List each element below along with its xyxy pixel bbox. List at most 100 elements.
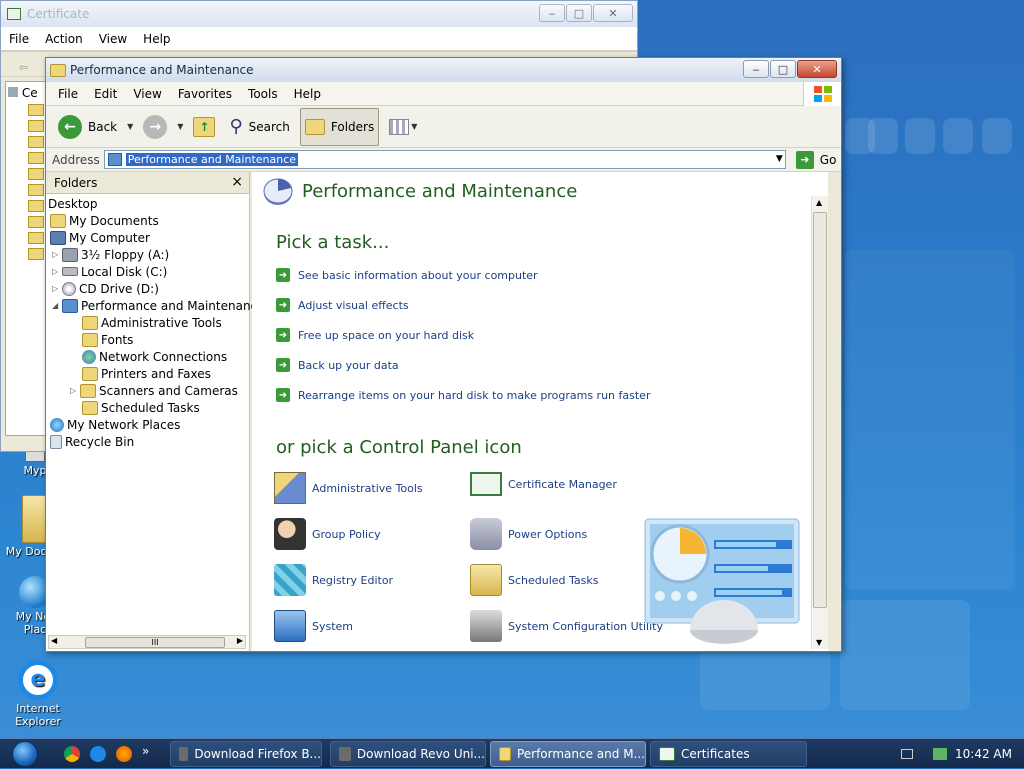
address-input[interactable]: Performance and Maintenance ▼ (103, 150, 786, 169)
cp-system[interactable]: System (274, 610, 353, 642)
taskbar-button-performance-and-maintenance[interactable]: Performance and M... (490, 741, 646, 767)
menu-help[interactable]: Help (286, 87, 329, 101)
folders-button[interactable]: Folders (299, 107, 380, 146)
close-button[interactable]: ✕ (797, 60, 837, 78)
folder-icon (28, 136, 44, 148)
taskbar-button-revo-download[interactable]: Download Revo Uni... (330, 741, 486, 767)
close-button[interactable]: ✕ (593, 4, 633, 22)
task-see-basic-information[interactable]: ➜ See basic information about your compu… (276, 268, 538, 282)
menu-help[interactable]: Help (135, 32, 178, 46)
expand-icon[interactable]: ▷ (52, 250, 62, 259)
tree-item-my-computer[interactable]: My Computer (50, 229, 150, 246)
cp-power-options[interactable]: Power Options (470, 518, 587, 550)
window-titlebar[interactable]: Performance and Maintenance ‒ □ ✕ (46, 58, 841, 82)
taskbar-button-certificates[interactable]: Certificates (650, 741, 807, 767)
keyboard-icon[interactable] (901, 749, 914, 759)
search-button[interactable]: ⚲ Search (225, 108, 293, 146)
tree-item-local-disk[interactable]: ▷ Local Disk (C:) (52, 263, 167, 280)
forward-button[interactable]: → (139, 108, 171, 146)
chrome-icon[interactable] (64, 745, 80, 762)
folder-icon (28, 216, 44, 228)
tree-item-performance-and-maintenance[interactable]: ◢ Performance and Maintenance (52, 297, 265, 314)
content-vertical-scrollbar[interactable]: ▲ ▼ (811, 196, 828, 649)
close-folders-icon[interactable]: × (231, 174, 243, 190)
menu-view[interactable]: View (91, 32, 135, 46)
start-button[interactable] (0, 739, 50, 769)
tree-item-fonts[interactable]: Fonts (82, 331, 133, 348)
folder-icon (28, 232, 44, 244)
maximize-button[interactable]: □ (770, 60, 796, 78)
expand-icon[interactable]: ▷ (70, 386, 80, 395)
up-folder-button[interactable]: ↑ (189, 108, 219, 146)
collapse-icon[interactable]: ◢ (52, 301, 62, 310)
go-button[interactable]: ➜ Go (795, 150, 836, 169)
tree-item-my-network-places[interactable]: My Network Places (50, 416, 180, 433)
scroll-up-icon[interactable]: ▲ (816, 198, 822, 207)
minimize-button[interactable]: ‒ (539, 4, 565, 22)
maximize-button[interactable]: □ (566, 4, 592, 22)
scheduled-tasks-icon (470, 564, 502, 596)
cp-certificate-manager[interactable]: Certificate Manager (470, 472, 617, 496)
tree-item-cd-drive[interactable]: ▷ CD Drive (D:) (52, 280, 159, 297)
tree-item-label: My Network Places (67, 417, 181, 432)
task-adjust-visual-effects[interactable]: ➜ Adjust visual effects (276, 298, 409, 312)
chevron-down-icon[interactable]: ▼ (177, 122, 183, 131)
chevron-down-icon[interactable]: ▼ (127, 122, 133, 131)
back-button[interactable]: ← Back (54, 108, 121, 146)
cp-group-policy[interactable]: Group Policy (274, 518, 381, 550)
scrollbar-thumb[interactable]: III (85, 637, 225, 648)
expand-icon[interactable]: ▷ (52, 284, 62, 293)
up-folder-icon: ↑ (193, 116, 216, 137)
chevron-down-icon[interactable]: ▼ (776, 154, 783, 164)
folder-icon (50, 63, 66, 77)
scroll-left-icon[interactable]: ◀ (51, 636, 57, 645)
task-back-up-data[interactable]: ➜ Back up your data (276, 358, 399, 372)
task-free-up-space[interactable]: ➜ Free up space on your hard disk (276, 328, 474, 342)
scroll-down-icon[interactable]: ▼ (816, 638, 822, 647)
folder-icon (50, 213, 66, 228)
certificates-tree-root[interactable]: Ce (6, 82, 48, 100)
certificates-title: Certificate (27, 7, 90, 21)
taskbar-button-firefox-download[interactable]: Download Firefox B... (170, 741, 322, 767)
cp-registry-editor[interactable]: Registry Editor (274, 564, 393, 596)
tree-item-scanners-and-cameras[interactable]: ▷ Scanners and Cameras (70, 382, 238, 399)
menu-file[interactable]: File (50, 87, 86, 101)
scroll-right-icon[interactable]: ▶ (237, 636, 243, 645)
tree-item-network-connections[interactable]: Network Connections (82, 348, 227, 365)
tree-item-desktop[interactable]: Desktop (48, 195, 98, 212)
cp-scheduled-tasks[interactable]: Scheduled Tasks (470, 564, 599, 596)
back-arrow-icon[interactable]: ⇦ (19, 61, 28, 74)
cp-administrative-tools[interactable]: Administrative Tools (274, 472, 423, 504)
menu-favorites[interactable]: Favorites (170, 87, 240, 101)
tree-item-floppy[interactable]: ▷ 3½ Floppy (A:) (52, 246, 169, 263)
task-rearrange-items[interactable]: ➜ Rearrange items on your hard disk to m… (276, 388, 650, 402)
tree-item-recycle-bin[interactable]: Recycle Bin (50, 433, 134, 450)
tree-item-scheduled-tasks[interactable]: Scheduled Tasks (82, 399, 200, 416)
scrollbar-thumb[interactable] (813, 212, 827, 608)
menu-tools[interactable]: Tools (240, 87, 286, 101)
menu-view[interactable]: View (125, 87, 169, 101)
clock[interactable]: 10:42 AM (955, 747, 1012, 761)
ie-icon[interactable] (90, 745, 106, 762)
folders-horizontal-scrollbar[interactable]: ◀ III ▶ (48, 635, 246, 649)
network-icon[interactable] (933, 748, 948, 760)
views-button[interactable]: ▼ (385, 108, 427, 146)
menu-action[interactable]: Action (37, 32, 91, 46)
menu-file[interactable]: File (1, 32, 37, 46)
tree-item-label: Local Disk (C:) (81, 264, 168, 279)
minimize-button[interactable]: ‒ (743, 60, 769, 78)
tree-item-label: My Computer (69, 230, 150, 245)
certificates-tree[interactable]: Ce (5, 81, 49, 436)
tree-item-my-documents[interactable]: My Documents (50, 212, 159, 229)
folders-pane[interactable]: Folders × Desktop My Documents My Comput… (46, 172, 265, 651)
quick-launch-overflow-icon[interactable]: » (142, 744, 149, 758)
tree-item-administrative-tools[interactable]: Administrative Tools (82, 314, 222, 331)
cp-system-configuration-utility[interactable]: System Configuration Utility (470, 610, 663, 642)
desktop-icon-internet-explorer[interactable]: e Internet Explorer (3, 660, 73, 728)
firefox-icon[interactable] (116, 745, 132, 762)
certificates-titlebar[interactable]: Certificate ‒ □ ✕ (1, 1, 637, 27)
window-title: Performance and Maintenance (70, 63, 254, 77)
expand-icon[interactable]: ▷ (52, 267, 62, 276)
menu-edit[interactable]: Edit (86, 87, 125, 101)
tree-item-printers-and-faxes[interactable]: Printers and Faxes (82, 365, 211, 382)
